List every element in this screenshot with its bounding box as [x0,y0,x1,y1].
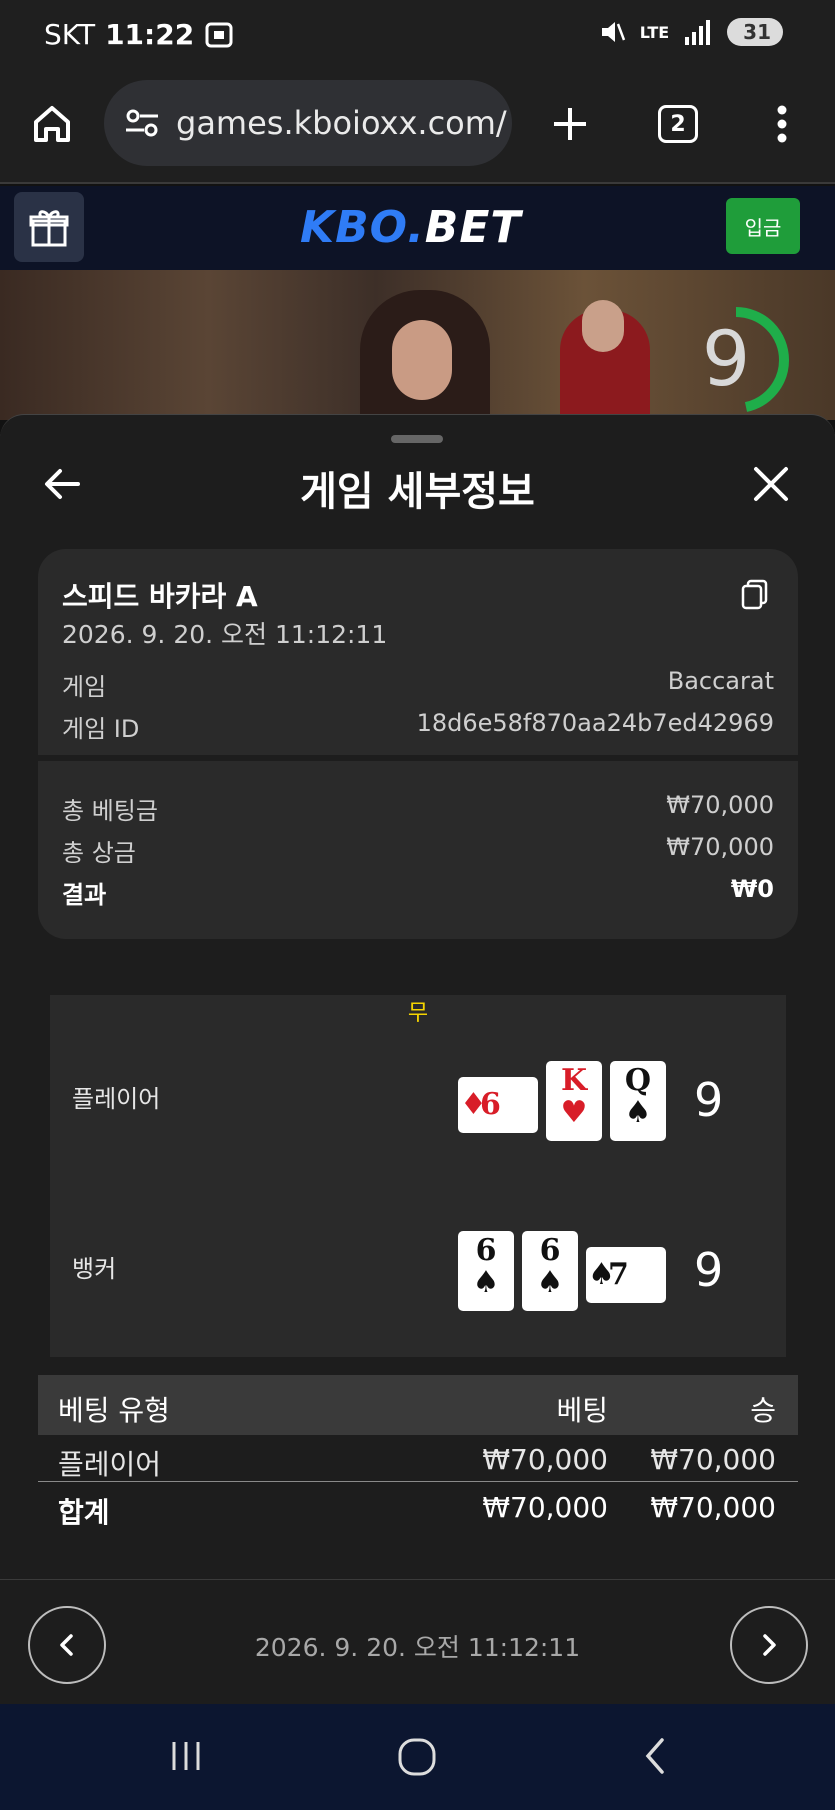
playing-card: Q ♠ [610,1061,666,1141]
banker-label: 뱅커 [72,1255,117,1283]
site-header: KBO.BET 입금 [0,186,835,270]
mute-icon [601,22,625,42]
status-bar: SKT 11:22 LTE 31 [0,0,835,70]
tab-count: 2 [658,105,698,143]
network-type: LTE [639,22,670,42]
gift-button[interactable] [14,192,84,262]
game-summary-card: 스피드 바카라 A 2026. 9. 20. 오전 11:12:11 게임 Bac… [38,549,798,939]
deposit-button[interactable]: 입금 [726,198,800,254]
signal-icon [685,20,711,45]
total-win-row: 총 상금 ₩70,000 [62,833,774,867]
total-bet-row: 총 베팅금 ₩70,000 [62,791,774,825]
playing-card: 6 ♠ [458,1231,514,1311]
playing-card: 6 ♠ [522,1231,578,1311]
round-timer: 9 [676,300,796,420]
sheet-title: 게임 세부정보 [300,469,535,515]
player-label: 플레이어 [72,1085,161,1113]
bets-table-header: 베팅 유형 베팅 승 [38,1375,798,1435]
game-id-row: 게임 ID 18d6e58f870aa24b7ed42969 [62,709,774,743]
more-menu-icon[interactable] [750,92,814,156]
tab-switcher-button[interactable]: 2 [646,92,710,156]
game-type-value: Baccarat [667,667,774,695]
game-datetime: 2026. 9. 20. 오전 11:12:11 [62,620,388,649]
table-total-row: 합계 ₩70,000 ₩70,000 [58,1491,776,1529]
playing-card: 6 ♦ [458,1077,538,1133]
recent-apps-icon[interactable] [166,1736,206,1776]
home-icon[interactable] [20,92,84,156]
banker-score: 9 [694,1243,724,1297]
player-score: 9 [694,1073,724,1127]
copy-icon[interactable] [738,577,772,611]
new-tab-icon[interactable] [538,92,602,156]
table-row: 플레이어 ₩70,000 ₩70,000 [58,1443,776,1481]
round-navigation: 2026. 9. 20. 오전 11:12:11 [0,1579,835,1705]
url-text[interactable]: games.kboioxx.com/ [176,104,507,142]
result-row: 결과 ₩0 [62,875,774,909]
clock: 11:22 [105,18,195,51]
game-type-row: 게임 Baccarat [62,667,774,701]
baccarat-result-board: 무 플레이어 6 ♦ K ♥ Q ♠ 9 뱅커 6 ♠ 6 ♠ 7 ♠ 9 [50,995,786,1357]
site-logo[interactable]: KBO.BET [300,202,521,253]
playing-card: K ♥ [546,1061,602,1141]
live-video: 9 [0,270,835,420]
timer-value: 9 [701,314,751,403]
back-button-icon[interactable] [636,1736,676,1776]
chevron-right-icon [763,1634,776,1656]
game-id-value: 18d6e58f870aa24b7ed42969 [416,709,774,737]
outcome-label: 무 [407,1001,429,1026]
game-details-sheet: 게임 세부정보 스피드 바카라 A 2026. 9. 20. 오전 11:12:… [0,414,835,1705]
sheet-handle[interactable] [391,435,443,443]
address-bar[interactable]: games.kboioxx.com/ [104,80,512,166]
close-icon[interactable] [746,459,796,509]
gift-icon [29,210,69,247]
browser-toolbar: games.kboioxx.com/ 2 [0,70,835,184]
game-name: 스피드 바카라 A [62,580,258,613]
carrier-label: SKT [44,18,96,51]
next-round-button[interactable] [730,1606,808,1684]
home-button-icon[interactable] [396,1736,438,1778]
round-datetime: 2026. 9. 20. 오전 11:12:11 [254,1633,581,1662]
site-settings-icon[interactable] [122,103,162,143]
system-navigation-bar [0,1704,835,1810]
battery-indicator: 31 [727,18,783,46]
playing-card: 7 ♠ [586,1247,666,1303]
screenshot-icon [205,22,233,47]
